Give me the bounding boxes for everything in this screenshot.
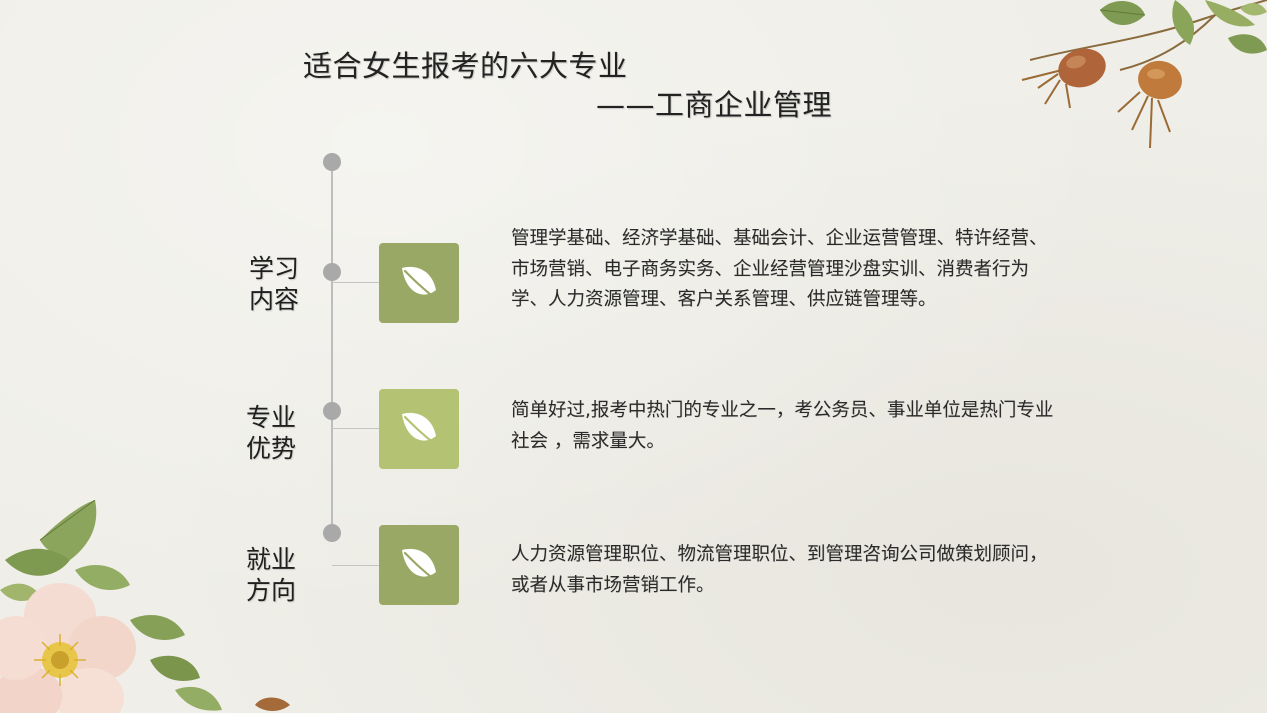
- section-label-line: 优势: [246, 434, 297, 463]
- section-text-career: 人力资源管理职位、物流管理职位、到管理咨询公司做策划顾问，或者从事市场营销工作。: [511, 544, 1048, 596]
- leaf-icon: [402, 548, 437, 582]
- section-icon-box-2: [379, 389, 459, 469]
- section-label-career: 就业 方向: [246, 544, 316, 606]
- page-subtitle: ——工商企业管理: [596, 88, 833, 122]
- section-text-study-content: 管理学基础、经济学基础、基础会计、企业运营管理、特许经营、市场营销、电子商务实务…: [511, 228, 1048, 310]
- section-label-line: 就业: [246, 545, 297, 574]
- connector-line-1: [332, 282, 380, 283]
- section-label-line: 专业: [246, 403, 297, 432]
- timeline-line: [331, 162, 333, 542]
- connector-line-2: [332, 428, 380, 429]
- timeline-dot-2: [323, 402, 341, 420]
- wild-rose-decoration: [0, 500, 290, 713]
- section-label-study-content: 学习 内容: [249, 253, 319, 315]
- section-label-line: 方向: [246, 576, 297, 605]
- timeline-dot-top: [323, 153, 341, 171]
- timeline-dot-1: [323, 263, 341, 281]
- connector-line-3: [332, 565, 380, 566]
- section-label-line: 内容: [249, 285, 300, 314]
- section-icon-box-3: [379, 525, 459, 605]
- page-title: 适合女生报考的六大专业: [303, 49, 628, 83]
- leaf-icon: [402, 412, 437, 446]
- section-label-advantages: 专业 优势: [246, 402, 316, 464]
- section-icon-box-1: [379, 243, 459, 323]
- leaf-icon: [402, 266, 437, 300]
- section-label-line: 学习: [249, 254, 300, 283]
- section-text-advantages: 简单好过,报考中热门的专业之一，考公务员、事业单位是热门专业社会 ，需求量大。: [511, 400, 1054, 452]
- rosehip-branch-decoration: [1021, 0, 1267, 149]
- timeline-dot-3: [323, 524, 341, 542]
